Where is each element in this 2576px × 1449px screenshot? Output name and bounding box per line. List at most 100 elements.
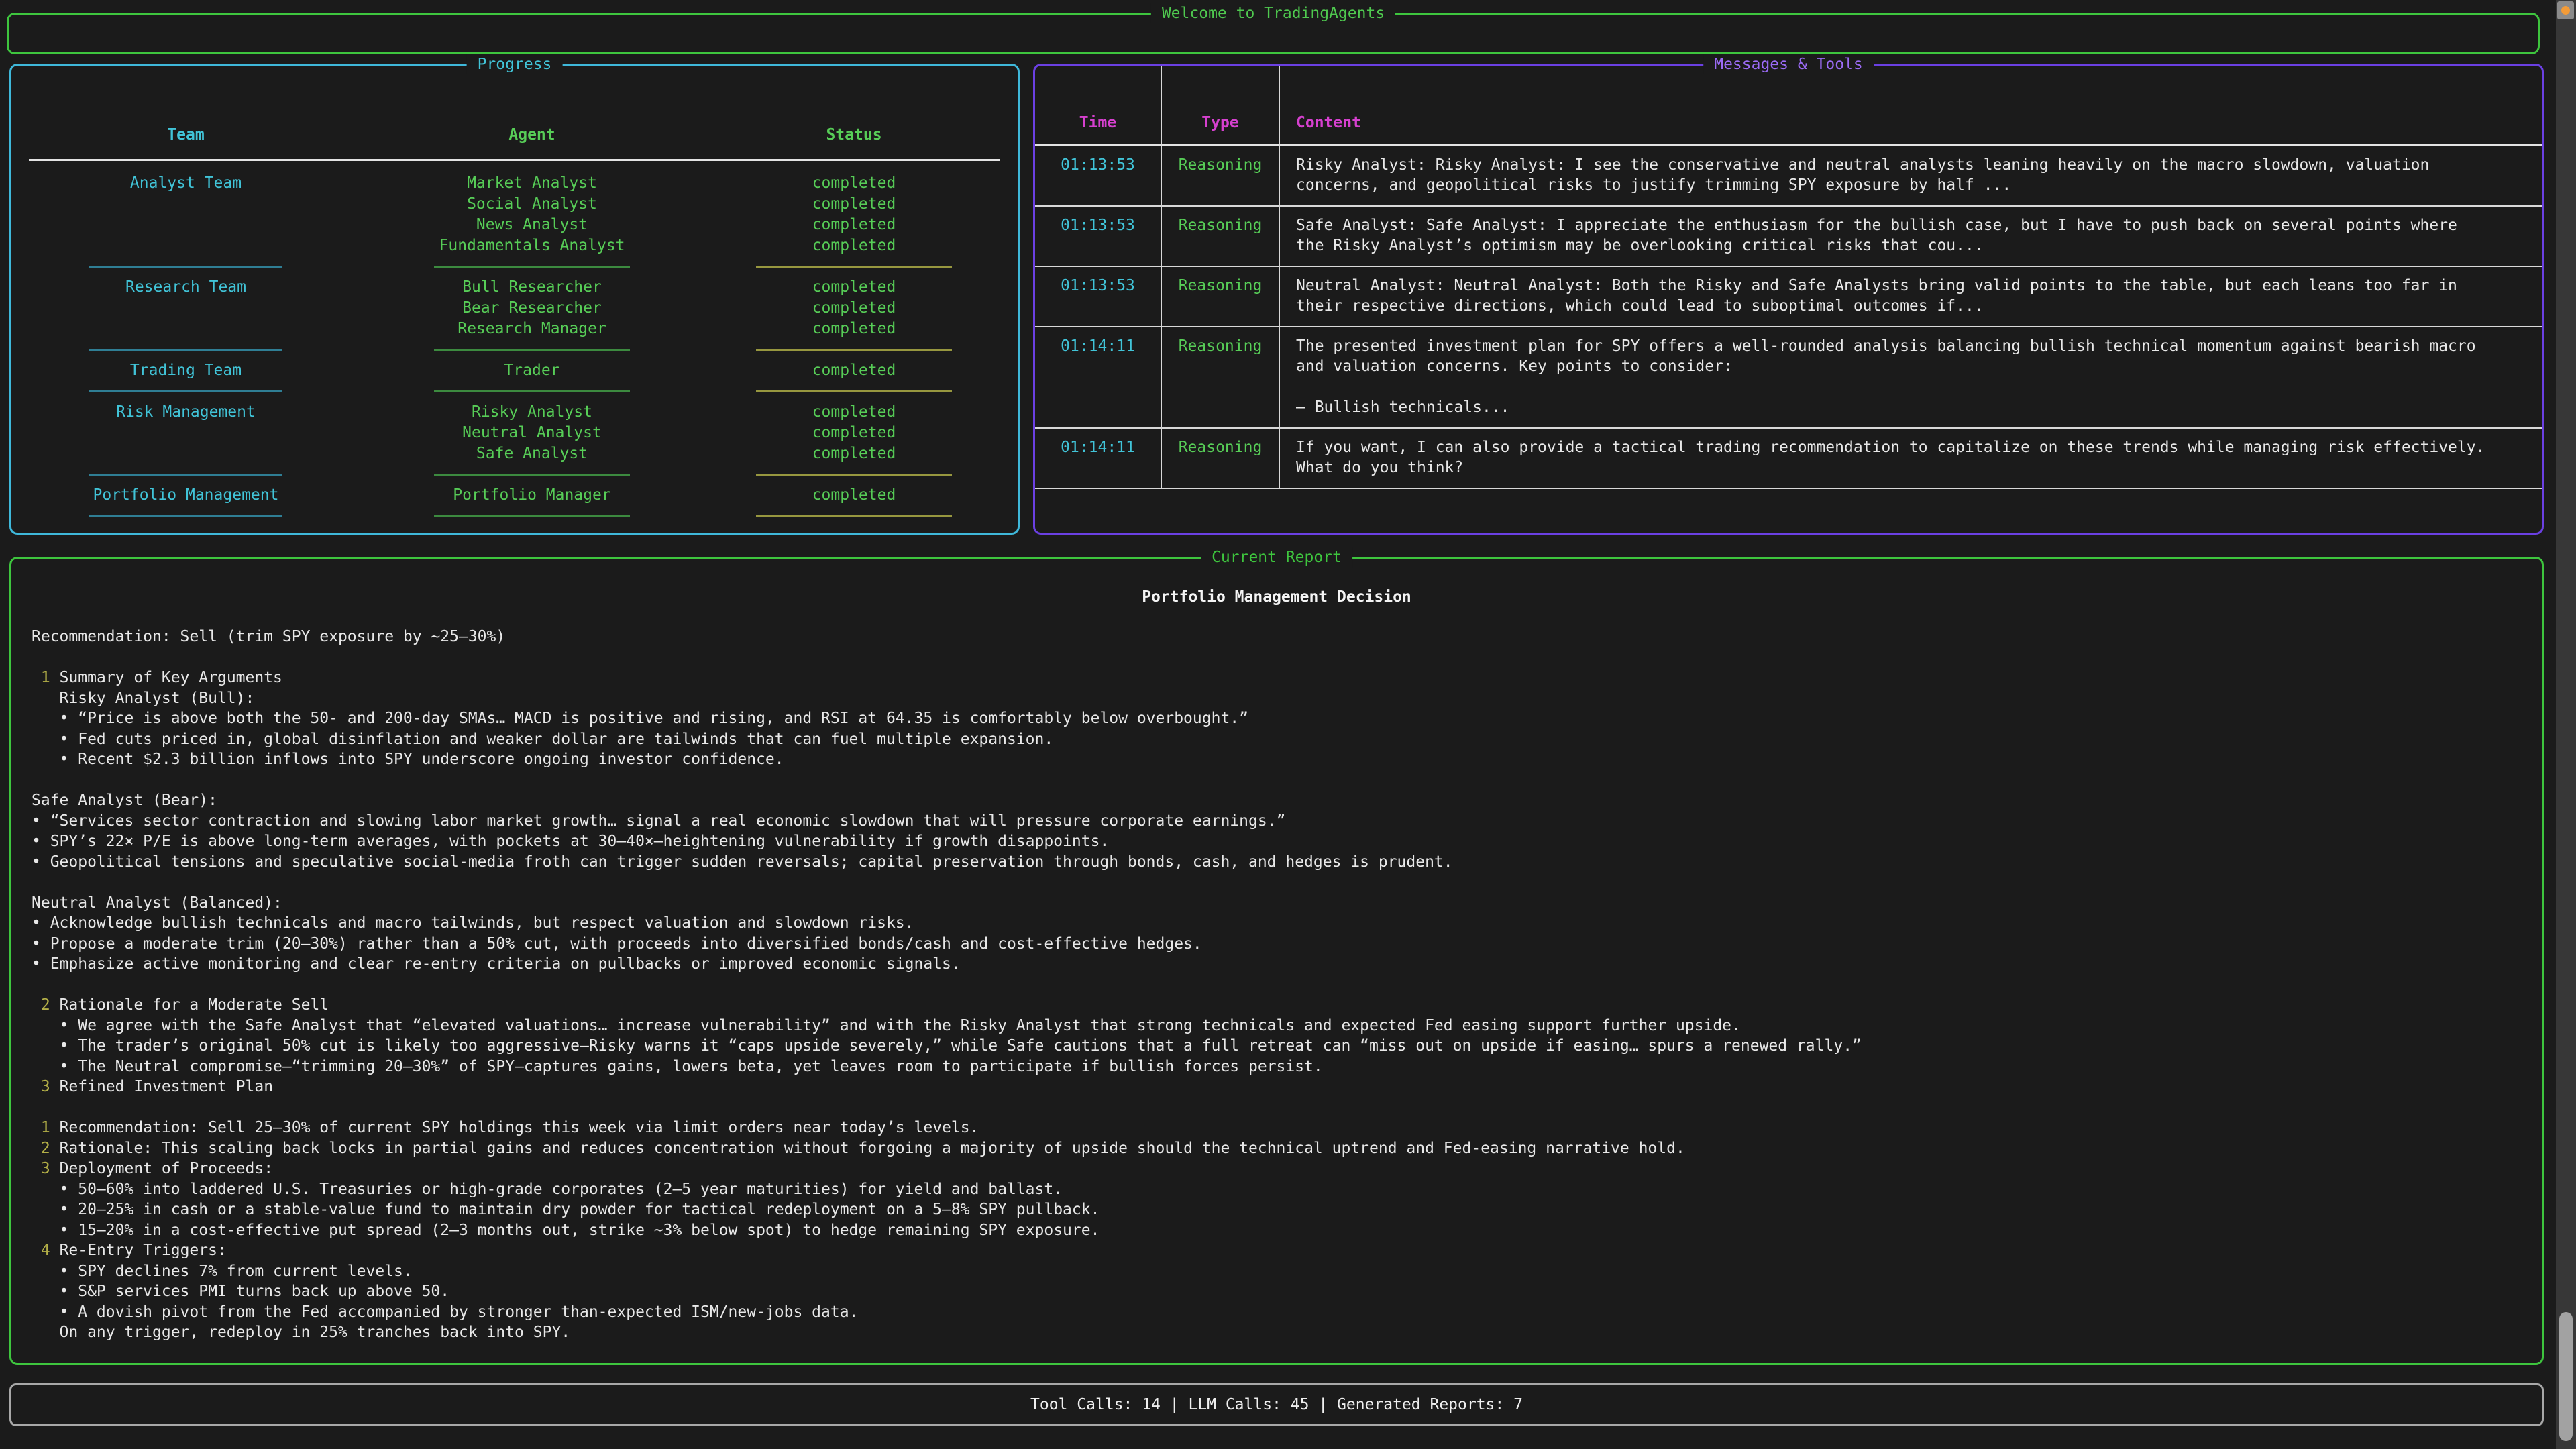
message-type: Reasoning: [1162, 207, 1280, 266]
report-line: Safe Analyst (Bear):: [32, 790, 2542, 811]
message-time: 01:13:53: [1035, 146, 1162, 205]
list-number: 4: [41, 1242, 50, 1259]
messages-table-header: Time Type Content: [1035, 66, 2542, 146]
progress-header-agent: Agent: [378, 125, 686, 146]
report-line: 1 Summary of Key Arguments: [32, 667, 2542, 688]
status-badge: completed: [720, 235, 988, 256]
agent-name: Social Analyst: [378, 194, 686, 215]
section-separator: [11, 506, 1018, 527]
list-number: 3: [41, 1078, 50, 1095]
scrollbar[interactable]: [2556, 0, 2576, 1449]
welcome-panel: Welcome to TradingAgents: [7, 13, 2540, 54]
message-time: 01:13:53: [1035, 207, 1162, 266]
messages-header-time: Time: [1035, 66, 1162, 144]
message-content: Risky Analyst: Risky Analyst: I see the …: [1280, 146, 2542, 205]
footer-panel: Tool Calls: 14 | LLM Calls: 45 | Generat…: [9, 1383, 2544, 1426]
status-badge: completed: [720, 215, 988, 235]
status-badge: completed: [720, 423, 988, 443]
progress-table: Team Agent Status Analyst Team Market Ana…: [11, 66, 1018, 527]
report-line: • The Neutral compromise—“trimming 20–30…: [32, 1057, 2542, 1077]
welcome-title: Welcome to TradingAgents: [1151, 3, 1395, 23]
report-line: 1 Recommendation: Sell 25–30% of current…: [32, 1118, 2542, 1138]
separator-line: [434, 266, 630, 268]
message-type: Reasoning: [1162, 429, 1280, 488]
status-badge: completed: [720, 485, 988, 506]
status-badge: completed: [720, 360, 988, 381]
separator-line: [756, 515, 952, 517]
progress-row: Research TeamBull Researchercompleted: [11, 277, 1018, 298]
message-content: Safe Analyst: Safe Analyst: I appreciate…: [1280, 207, 2542, 266]
message-row: 01:13:53ReasoningNeutral Analyst: Neutra…: [1035, 267, 2542, 327]
message-type: Reasoning: [1162, 146, 1280, 205]
status-badge: completed: [720, 277, 988, 298]
separator-line: [756, 474, 952, 476]
separator-line: [434, 515, 630, 517]
message-row: 01:13:53ReasoningSafe Analyst: Safe Anal…: [1035, 207, 2542, 267]
progress-header-status: Status: [720, 125, 988, 146]
report-line: • Emphasize active monitoring and clear …: [32, 954, 2542, 975]
separator-line: [434, 349, 630, 351]
separator-line: [89, 390, 282, 392]
scrollbar-thumb[interactable]: [2559, 1312, 2573, 1441]
report-line: • Fed cuts priced in, global disinflatio…: [32, 729, 2542, 750]
progress-row: Trading TeamTradercompleted: [11, 360, 1018, 381]
team-name: Risk Management: [38, 402, 333, 423]
message-type: Reasoning: [1162, 267, 1280, 326]
agent-name: Risky Analyst: [378, 402, 686, 423]
list-number: 1: [41, 1119, 50, 1136]
status-badge: completed: [720, 443, 988, 464]
message-content: The presented investment plan for SPY of…: [1280, 327, 2542, 427]
progress-row: Analyst TeamMarket Analystcompleted: [11, 173, 1018, 194]
agent-name: Research Manager: [378, 319, 686, 339]
message-content: If you want, I can also provide a tactic…: [1280, 429, 2542, 488]
report-line: • S&P services PMI turns back up above 5…: [32, 1281, 2542, 1302]
status-badge: completed: [720, 298, 988, 319]
progress-row: News Analystcompleted: [11, 215, 1018, 235]
report-line: • “Price is above both the 50- and 200-d…: [32, 708, 2542, 729]
report-line: • The trader’s original 50% cut is likel…: [32, 1036, 2542, 1057]
section-separator: [11, 381, 1018, 402]
message-type: Reasoning: [1162, 327, 1280, 427]
progress-table-header: Team Agent Status: [11, 125, 1018, 146]
separator-line: [434, 390, 630, 392]
report-line: On any trigger, redeploy in 25% tranches…: [32, 1322, 2542, 1343]
report-line: [32, 872, 2542, 893]
notification-dot-icon: [2561, 6, 2570, 15]
agent-name: Safe Analyst: [378, 443, 686, 464]
agent-name: Fundamentals Analyst: [378, 235, 686, 256]
messages-table: Time Type Content 01:13:53ReasoningRisky…: [1035, 66, 2542, 489]
progress-header-team: Team: [38, 125, 333, 146]
section-separator: [11, 464, 1018, 485]
progress-row: Safe Analyst completed: [11, 443, 1018, 464]
message-time: 01:14:11: [1035, 429, 1162, 488]
separator-line: [434, 474, 630, 476]
separator-line: [89, 266, 282, 268]
report-line: 3 Deployment of Proceeds:: [32, 1159, 2542, 1179]
list-number: 2: [41, 1140, 50, 1157]
messages-panel: Messages & Tools Time Type Content 01:13…: [1033, 64, 2544, 535]
report-line: Neutral Analyst (Balanced):: [32, 893, 2542, 914]
report-line: • We agree with the Safe Analyst that “e…: [32, 1016, 2542, 1036]
agent-name: Neutral Analyst: [378, 423, 686, 443]
scrollbar-button[interactable]: [2557, 1, 2574, 19]
message-row: 01:14:11ReasoningThe presented investmen…: [1035, 327, 2542, 429]
agent-name: Bull Researcher: [378, 277, 686, 298]
report-line: 4 Re-Entry Triggers:: [32, 1240, 2542, 1261]
messages-header-type: Type: [1162, 66, 1280, 144]
report-line: 3 Refined Investment Plan: [32, 1077, 2542, 1097]
progress-row: Social Analystcompleted: [11, 194, 1018, 215]
agent-name: Market Analyst: [378, 173, 686, 194]
status-badge: completed: [720, 402, 988, 423]
report-line: • SPY’s 22× P/E is above long-term avera…: [32, 831, 2542, 852]
message-row: 01:14:11ReasoningIf you want, I can also…: [1035, 429, 2542, 489]
report-line: • 20–25% in cash or a stable-value fund …: [32, 1199, 2542, 1220]
report-line: • Recent $2.3 billion inflows into SPY u…: [32, 749, 2542, 770]
report-line: • “Services sector contraction and slowi…: [32, 811, 2542, 832]
report-line: Risky Analyst (Bull):: [32, 688, 2542, 709]
separator-line: [756, 266, 952, 268]
team-name: Analyst Team: [38, 173, 333, 194]
list-number: 1: [41, 669, 50, 686]
report-line: [32, 770, 2542, 791]
report-heading: Portfolio Management Decision: [11, 587, 2542, 608]
messages-table-body: 01:13:53ReasoningRisky Analyst: Risky An…: [1035, 146, 2542, 489]
